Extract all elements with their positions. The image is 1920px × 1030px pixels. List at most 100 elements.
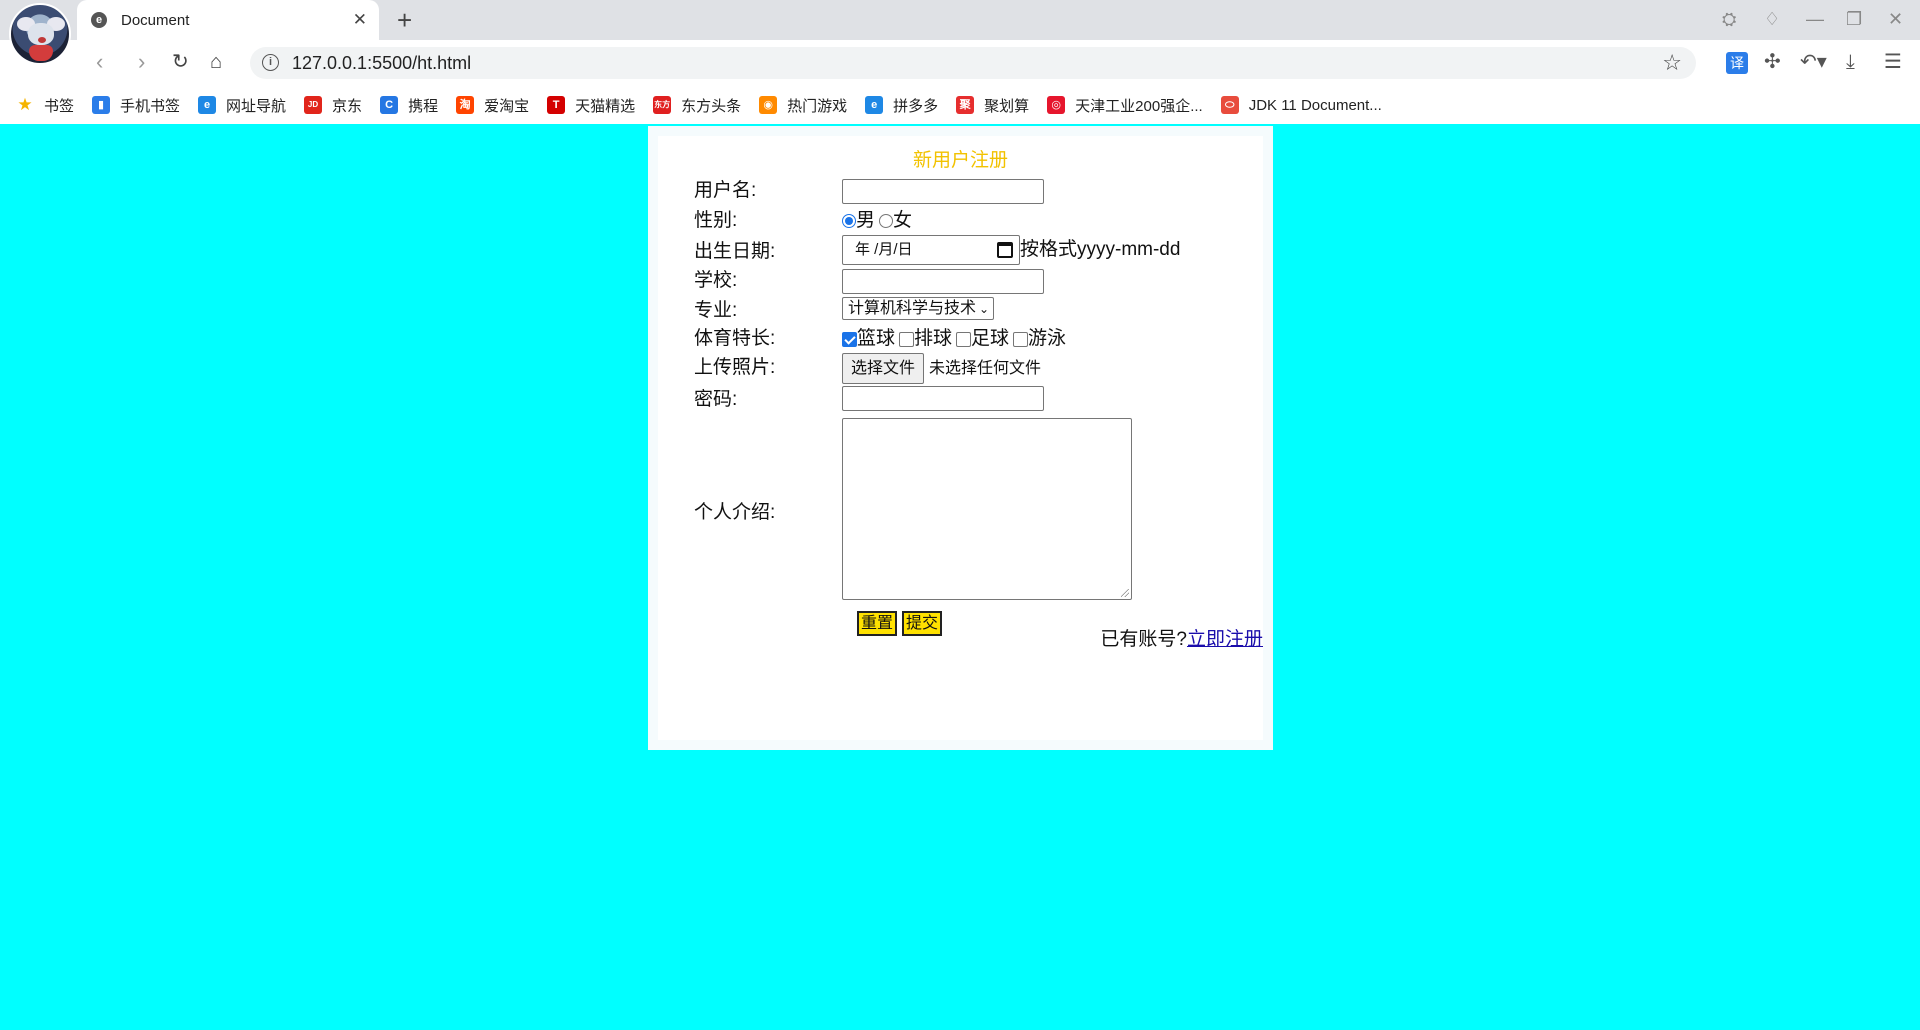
forward-icon[interactable]: ›: [138, 49, 145, 75]
weibo-icon: ◎: [1047, 96, 1066, 114]
ctrip-icon: C: [380, 96, 399, 114]
sports-option-swimming: 游泳: [1028, 328, 1067, 349]
bookmark-label: 聚划算: [984, 97, 1030, 115]
close-window-icon[interactable]: ✕: [1888, 8, 1903, 30]
form-title: 新用户注册: [912, 150, 1008, 171]
taobao-icon: 淘: [456, 96, 475, 114]
bookmark-label: 拼多多: [893, 97, 939, 115]
tab-title: Document: [121, 11, 190, 29]
bookmark-item[interactable]: 东方 东方头条: [653, 95, 741, 116]
bookmark-label: 东方头条: [681, 97, 742, 115]
star-icon: ★: [17, 95, 33, 114]
bookmark-label: 爱淘宝: [484, 97, 530, 115]
gender-radio-male[interactable]: [842, 214, 856, 228]
juhuasuan-icon: 聚: [956, 96, 975, 114]
bookmark-item[interactable]: JD 京东: [304, 95, 362, 116]
birthdate-label: 出生日期:: [694, 241, 776, 262]
register-card: 新用户注册 用户名: 性别: 男 女 出生日期: 年 /月/日 按格式yyyy-…: [648, 126, 1273, 750]
bookmark-star-icon[interactable]: ☆: [1662, 50, 1682, 76]
photo-label: 上传照片:: [694, 357, 776, 378]
bookmark-label: 携程: [408, 97, 439, 115]
sports-checkbox-football[interactable]: [956, 331, 972, 347]
major-select[interactable]: 计算机科学与技术 ⌄: [842, 297, 995, 320]
bookmark-item[interactable]: ★ 书签: [16, 95, 74, 116]
birthdate-input[interactable]: 年 /月/日: [842, 235, 1020, 265]
choose-file-button[interactable]: 选择文件: [842, 353, 925, 384]
bookmark-item[interactable]: 淘爱淘宝: [456, 95, 529, 116]
password-input[interactable]: [842, 386, 1044, 411]
translate-icon[interactable]: 译: [1726, 52, 1748, 74]
tmall-icon: T: [547, 96, 566, 114]
url-field[interactable]: i 127.0.0.1:5500/ht.html ☆: [250, 47, 1696, 79]
phone-icon: ▮: [92, 96, 111, 114]
gender-radio-female[interactable]: [879, 214, 894, 228]
username-label: 用户名:: [694, 180, 757, 201]
sports-checkbox-swimming[interactable]: [1013, 331, 1029, 347]
bookmark-item[interactable]: ⬭ JDK 11 Document...: [1220, 96, 1382, 114]
school-label: 学校:: [694, 270, 738, 291]
incognito-icon[interactable]: ⛭: [1722, 8, 1736, 30]
bookmark-item[interactable]: e 拼多多: [865, 95, 938, 116]
address-bar-row: ‹ › ↻ ⌂ i 127.0.0.1:5500/ht.html ☆ 译 ✣ ↶…: [0, 40, 1920, 86]
back-icon[interactable]: ‹: [96, 49, 103, 75]
school-input[interactable]: [842, 269, 1044, 294]
major-label: 专业:: [694, 300, 738, 321]
resize-handle-icon[interactable]: [1121, 589, 1129, 597]
gender-label: 性别:: [694, 210, 738, 231]
bookmark-item[interactable]: 聚聚划算: [956, 95, 1029, 116]
bookmark-item[interactable]: e 网址导航: [198, 95, 286, 116]
new-tab-icon[interactable]: +: [397, 5, 412, 35]
bookmark-label: 热门游戏: [787, 97, 848, 115]
bookmark-label: 京东: [332, 97, 363, 115]
sports-checkbox-basketball[interactable]: [842, 331, 857, 347]
sports-label: 体育特长:: [694, 328, 776, 349]
avatar-body: [29, 45, 53, 61]
bookmark-item[interactable]: T 天猫精选: [547, 95, 635, 116]
calendar-icon[interactable]: [997, 242, 1013, 258]
bookmark-label: 手机书签: [120, 97, 181, 115]
avatar-nose: [38, 37, 46, 43]
minimize-icon[interactable]: —: [1806, 8, 1824, 30]
menu-icon[interactable]: ☰: [1884, 50, 1902, 74]
home-icon[interactable]: ⌂: [210, 49, 222, 75]
intro-textarea[interactable]: [842, 418, 1132, 600]
undo-close-icon[interactable]: ↶▾: [1800, 50, 1827, 74]
url-text: 127.0.0.1:5500/ht.html: [292, 53, 472, 73]
submit-button[interactable]: 提交: [902, 611, 943, 636]
tab-document[interactable]: e Document ✕: [77, 0, 379, 40]
browser-tab-bar: e Document ✕ + ⛭ ♢ — ❐ ✕: [0, 0, 1920, 65]
bookmark-label: JDK 11 Document...: [1248, 96, 1382, 114]
reload-icon[interactable]: ↻: [172, 49, 189, 75]
restore-icon[interactable]: ❐: [1846, 8, 1862, 30]
reset-button[interactable]: 重置: [857, 611, 898, 636]
browser-e-icon: e: [865, 96, 884, 114]
close-tab-icon[interactable]: ✕: [353, 10, 367, 30]
download-icon[interactable]: ⤓: [1846, 50, 1855, 74]
gender-option-female: 女: [893, 210, 913, 231]
site-info-icon[interactable]: i: [262, 54, 279, 71]
username-input[interactable]: [842, 179, 1044, 204]
skin-icon[interactable]: ♢: [1764, 8, 1780, 30]
gender-option-male: 男: [856, 210, 876, 231]
sports-checkbox-volleyball[interactable]: [899, 331, 915, 347]
game-icon: ◉: [759, 96, 778, 114]
chevron-down-icon: ⌄: [979, 301, 990, 316]
sports-option-basketball: 篮球: [857, 328, 896, 349]
login-prompt: 已有账号?立即注册: [1100, 628, 1263, 652]
bookmark-label: 天津工业200强企...: [1075, 97, 1203, 115]
register-link[interactable]: 立即注册: [1187, 629, 1263, 650]
page-body: 新用户注册 用户名: 性别: 男 女 出生日期: 年 /月/日 按格式yyyy-…: [0, 124, 1920, 1030]
bookmark-item[interactable]: ▮ 手机书签: [92, 95, 180, 116]
user-avatar[interactable]: [9, 3, 71, 65]
intro-label: 个人介绍:: [694, 502, 776, 523]
bookmark-item[interactable]: ◉ 热门游戏: [759, 95, 847, 116]
bookmark-item[interactable]: ◎ 天津工业200强企...: [1047, 95, 1203, 116]
jd-icon: JD: [304, 96, 323, 114]
extensions-icon[interactable]: ✣: [1764, 50, 1781, 74]
browser-e-icon: e: [198, 96, 217, 114]
bookmark-item[interactable]: C 携程: [380, 95, 438, 116]
sports-option-volleyball: 排球: [914, 328, 953, 349]
bookmark-label: 网址导航: [226, 97, 287, 115]
have-account-text: 已有账号?: [1100, 629, 1187, 650]
bookmark-label: 书签: [44, 97, 75, 115]
